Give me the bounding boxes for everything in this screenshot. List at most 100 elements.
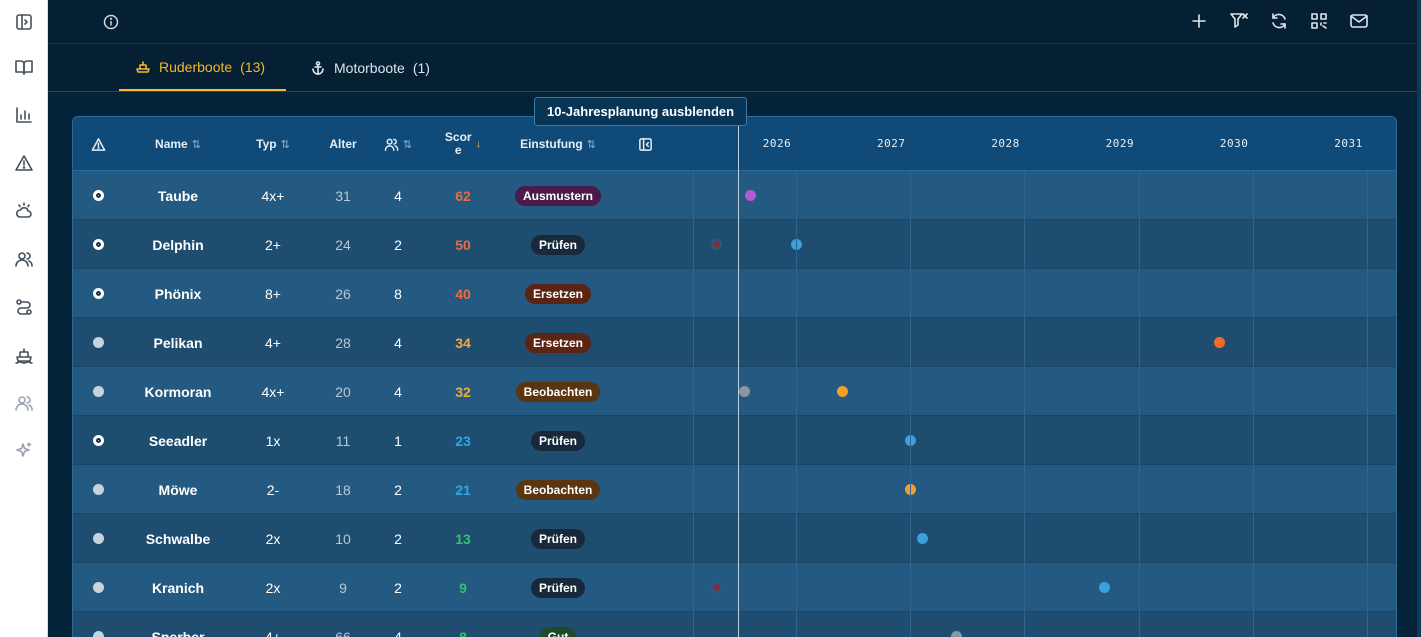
boat-type: 2x (233, 514, 313, 563)
bar-chart-icon[interactable] (12, 103, 36, 127)
boat-age-text: 66 (335, 628, 351, 637)
timeline-past-marker[interactable] (710, 582, 722, 593)
panel-toggle-icon[interactable] (12, 10, 36, 34)
refresh-button[interactable] (1269, 11, 1289, 31)
row-select-radio[interactable] (73, 318, 123, 367)
column-name[interactable]: Name ⇅ (123, 117, 233, 171)
boat-score-text: 62 (455, 187, 471, 204)
users-icon[interactable] (12, 247, 36, 271)
column-crew[interactable]: ⇅ (373, 117, 423, 171)
row-select-radio[interactable] (73, 367, 123, 416)
table-row[interactable]: Taube 4x+ 31 4 62 Ausmustern (73, 171, 1396, 220)
timeline-event-marker[interactable] (950, 631, 962, 637)
table-row[interactable]: Pelikan 4+ 28 4 34 Ersetzen (73, 318, 1396, 367)
boat-icon[interactable] (12, 343, 36, 367)
toolbar-actions (1189, 11, 1369, 31)
clear-filter-button[interactable] (1229, 11, 1249, 31)
table-row[interactable]: Phönix 8+ 26 8 40 Ersetzen (73, 269, 1396, 318)
row-select-radio[interactable] (73, 514, 123, 563)
qr-code-button[interactable] (1309, 11, 1329, 31)
table-row[interactable]: Sperber 4+ 66 4 8 Gut (73, 612, 1396, 637)
timeline-event-marker[interactable] (1099, 582, 1111, 593)
boat-type: 2- (233, 465, 313, 514)
radio-indicator[interactable] (92, 631, 104, 637)
boat-score: 9 (423, 563, 503, 612)
boat-name-text: Schwalbe (145, 530, 211, 547)
row-select-radio[interactable] (73, 563, 123, 612)
boat-score-text: 34 (455, 334, 471, 351)
status-badge: Prüfen (530, 430, 585, 451)
timeline-event-marker[interactable] (745, 190, 757, 201)
boat-score-text: 32 (455, 383, 471, 400)
einstufung-badge-cell: Ausmustern (503, 171, 613, 220)
row-select-radio[interactable] (73, 171, 123, 220)
radio-indicator[interactable] (92, 239, 104, 250)
boat-age-text: 20 (335, 383, 351, 400)
mail-button[interactable] (1349, 11, 1369, 31)
timeline-year-label: 2026 (762, 137, 792, 150)
weather-sun-cloud-icon[interactable] (12, 199, 36, 223)
boat-type-text: 2- (266, 481, 280, 498)
boat-name: Phönix (123, 269, 233, 318)
radio-indicator[interactable] (92, 533, 104, 544)
row-select-radio[interactable] (73, 416, 123, 465)
table-row[interactable]: Möwe 2- 18 2 21 Beobachten (73, 465, 1396, 514)
radio-indicator[interactable] (92, 337, 104, 348)
row-select-radio[interactable] (73, 220, 123, 269)
table-row[interactable]: Delphin 2+ 24 2 50 Prüfen (73, 220, 1396, 269)
tab-motorboote[interactable]: Motorboote (1) (294, 44, 446, 91)
tab-ruderboote[interactable]: Ruderboote (13) (119, 44, 286, 91)
boat-age: 24 (313, 220, 373, 269)
timeline-event-marker[interactable] (739, 386, 751, 397)
row-select-radio[interactable] (73, 465, 123, 514)
timeline-event-marker[interactable] (1213, 337, 1225, 348)
filter-clear-icon (1230, 13, 1248, 28)
boat-age: 18 (313, 465, 373, 514)
radio-indicator[interactable] (92, 484, 104, 495)
radio-indicator[interactable] (92, 435, 104, 446)
info-icon[interactable] (103, 14, 119, 30)
add-button[interactable] (1189, 11, 1209, 31)
timeline-event-marker[interactable] (836, 386, 848, 397)
status-badge: Prüfen (530, 234, 585, 255)
row-select-radio[interactable] (73, 269, 123, 318)
sort-icon[interactable]: ⇅ (587, 138, 596, 151)
boat-type: 4+ (233, 612, 313, 637)
radio-indicator[interactable] (92, 386, 104, 397)
boat-name-text: Delphin (152, 236, 204, 253)
column-score[interactable]: Scor e ↓ (423, 117, 503, 171)
boat-age: 26 (313, 269, 373, 318)
sort-icon[interactable]: ⇅ (403, 138, 412, 151)
table-row[interactable]: Seeadler 1x 11 1 23 Prüfen (73, 416, 1396, 465)
sort-icon[interactable]: ⇅ (192, 138, 201, 151)
boat-score: 13 (423, 514, 503, 563)
timeline-event-marker[interactable] (916, 533, 928, 544)
column-typ[interactable]: Typ ⇅ (233, 117, 313, 171)
sort-down-icon[interactable]: ↓ (476, 138, 482, 150)
boat-crew-text: 4 (394, 628, 402, 637)
column-typ-label: Typ (256, 137, 277, 151)
timeline-past-marker[interactable] (710, 239, 722, 250)
team-icon[interactable] (12, 391, 36, 415)
table-row[interactable]: Schwalbe 2x 10 2 13 Prüfen (73, 514, 1396, 563)
top-bar (48, 0, 1421, 44)
timeline-year-label: 2029 (1105, 137, 1135, 150)
table-row[interactable]: Kranich 2x 9 2 9 Prüfen (73, 563, 1396, 612)
einstufung-badge-cell: Beobachten (503, 367, 613, 416)
timeline-year-label: 2028 (991, 137, 1020, 150)
timeline-gridline (1367, 171, 1369, 637)
table-row[interactable]: Kormoran 4x+ 20 4 32 Beobachten (73, 367, 1396, 416)
radio-indicator[interactable] (92, 190, 104, 201)
warning-triangle-icon[interactable] (12, 151, 36, 175)
sort-icon[interactable]: ⇅ (281, 138, 290, 151)
status-badge: Prüfen (530, 577, 585, 598)
boat-crew: 1 (373, 416, 423, 465)
sparkles-icon[interactable] (12, 439, 36, 463)
radio-indicator[interactable] (92, 582, 104, 593)
book-open-icon[interactable] (12, 55, 36, 79)
route-icon[interactable] (12, 295, 36, 319)
vertical-scrollbar[interactable] (1417, 0, 1421, 637)
row-select-radio[interactable] (73, 612, 123, 637)
radio-indicator[interactable] (92, 288, 104, 299)
boat-crew-text: 8 (394, 285, 402, 302)
